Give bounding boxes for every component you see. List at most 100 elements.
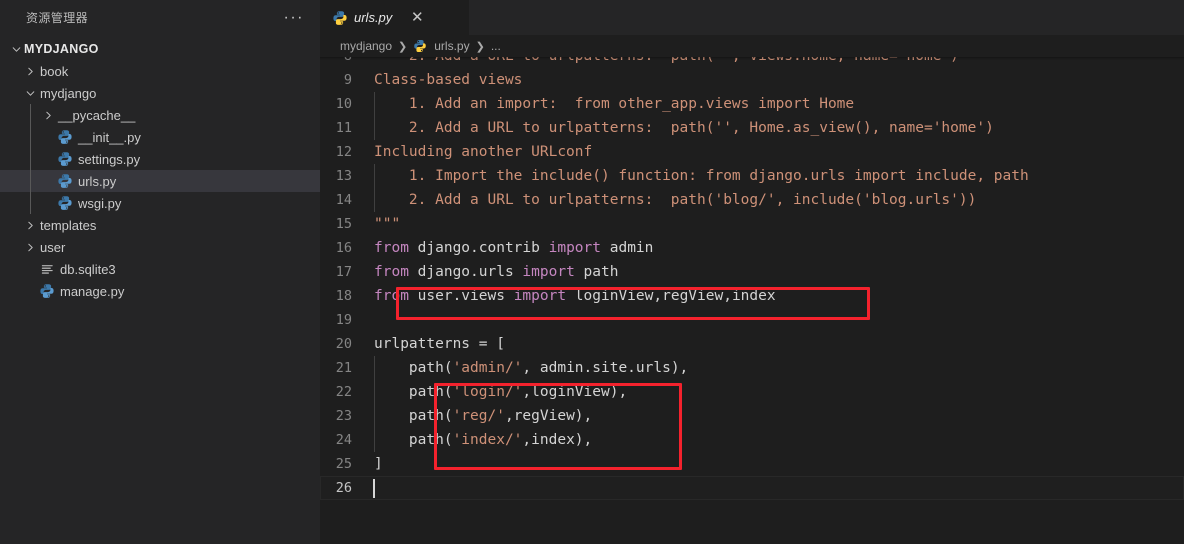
code-line-22[interactable]: 22 path('login/',loginView), [320,380,1184,404]
line-number: 12 [335,144,352,160]
code-line-10[interactable]: 10 1. Add an import: from other_app.view… [320,92,1184,116]
tree-item-label: mydjango [40,85,97,101]
breadcrumb-item-urls-py[interactable]: urls.py [434,39,469,53]
code-line-9[interactable]: 9 Class-based views [320,68,1184,92]
code-line-14[interactable]: 14 2. Add a URL to urlpatterns: path('bl… [320,188,1184,212]
code-line-17[interactable]: 17 from django.urls import path [320,260,1184,284]
indent-guide [374,356,375,380]
code-line-11[interactable]: 11 2. Add a URL to urlpatterns: path('',… [320,116,1184,140]
code-line-24[interactable]: 24 path('index/',index), [320,428,1184,452]
token-punc: [ [496,336,505,352]
code-line-12[interactable]: 12 Including another URLconf [320,140,1184,164]
code-editor[interactable]: 8 2. Add a URL to urlpatterns: path('', … [320,57,1184,544]
token-doc: Including another URLconf [374,144,593,160]
tree-item-settings-py[interactable]: settings.py [0,148,320,170]
tree-item-urls-py[interactable]: urls.py [0,170,320,192]
breadcrumb-item-mydjango[interactable]: mydjango [340,39,392,53]
indent-guide [30,126,31,148]
tree-item-label: user [40,239,66,255]
code-text: path('reg/',regView), [374,404,593,428]
explorer-more-actions-icon[interactable]: ··· [282,9,306,27]
line-number: 8 [320,57,374,64]
tree-item-user[interactable]: user [0,236,320,258]
line-number: 24 [335,432,352,448]
token-doc: Class-based views [374,72,523,88]
code-text: 1. Add an import: from other_app.views i… [374,92,854,116]
close-icon[interactable]: ✕ [408,10,426,25]
code-line-16[interactable]: 16 from django.contrib import admin [320,236,1184,260]
chevron-right-icon[interactable] [22,220,38,231]
token-id: urlpatterns [374,336,479,352]
code-text: Including another URLconf [374,144,592,160]
line-number: 11 [335,120,352,136]
chevron-right-icon[interactable] [22,242,38,253]
token-kw: from [374,264,409,280]
code-line-15[interactable]: 15 """ [320,212,1184,236]
tree-item-label: urls.py [78,173,117,189]
token-str: 'admin/' [452,360,523,376]
tree-item-db-sqlite3[interactable]: db.sqlite3 [0,258,320,280]
tree-item-mydjango[interactable]: mydjango [0,82,320,104]
token-id: ,regView), [504,408,593,424]
chevron-right-icon-2: ❯ [475,40,485,53]
python-icon [56,151,74,167]
chevron-right-icon[interactable] [22,66,38,77]
chevron-right-icon: ❯ [398,40,408,53]
database-icon [38,262,56,277]
token-doc: """ [374,216,401,232]
line-number: 13 [335,168,352,184]
tree-item-mydjango[interactable]: MYDJANGO [0,38,320,60]
code-line-18[interactable]: 18 from user.views import loginView,regVi… [320,284,1184,308]
tree-item-label: __init__.py [78,129,141,145]
tree-item-manage-py[interactable]: manage.py [0,280,320,302]
token-doc: 2. Add a URL to urlpatterns: path('blog/… [374,192,977,208]
code-line-20[interactable]: 20 urlpatterns = [ [320,332,1184,356]
code-line-23[interactable]: 23 path('reg/',regView), [320,404,1184,428]
indent-guide [374,404,375,428]
code-line-19[interactable]: 19 [320,308,1184,332]
tree-item-book[interactable]: book [0,60,320,82]
chevron-down-icon[interactable] [8,44,24,55]
tab-urls-py[interactable]: urls.py ✕ [320,0,470,35]
token-doc: 2. Add a URL to urlpatterns: path('', Ho… [374,120,994,136]
chevron-down-icon[interactable] [22,88,38,99]
tree-item-init-py[interactable]: __init__.py [0,126,320,148]
breadcrumb-item-overflow[interactable]: ... [491,39,501,53]
token-id: path [574,264,619,280]
code-text: path('index/',index), [374,428,592,452]
code-line-25[interactable]: 25] [320,452,1184,476]
code-text: 2. Add a URL to urlpatterns: path('', vi… [374,57,959,64]
tree-item-templates[interactable]: templates [0,214,320,236]
tree-item-label: wsgi.py [78,195,122,211]
indent-guide [374,116,375,140]
tree-item-pycache[interactable]: __pycache__ [0,104,320,126]
explorer-title: 资源管理器 [26,11,89,25]
code-line-26[interactable]: 26 [320,476,1184,500]
code-line-21[interactable]: 21 path('admin/', admin.site.urls), [320,356,1184,380]
token-id: path( [374,360,453,376]
line-number: 26 [335,480,352,496]
code-line-13[interactable]: 13 1. Import the include() function: fro… [320,164,1184,188]
code-text: urlpatterns = [ [374,336,505,352]
token-str: 'reg/' [452,408,505,424]
tree-item-label: db.sqlite3 [60,261,116,277]
python-icon [56,129,74,145]
code-text: """ [374,216,400,232]
code-text: ] [374,456,383,472]
line-number: 18 [335,288,352,304]
explorer-header: 资源管理器 ··· [0,0,320,35]
token-id: path( [374,384,453,400]
chevron-right-icon[interactable] [40,110,56,121]
token-id: django.urls [408,264,523,280]
indent-guide [374,92,375,116]
token-id: admin [601,240,654,256]
tree-item-wsgi-py[interactable]: wsgi.py [0,192,320,214]
token-str: 'index/' [452,432,523,448]
python-icon [332,10,348,26]
breadcrumb: mydjango ❯ urls.py ❯ ... [320,35,1184,57]
file-tree: MYDJANGO book mydjango __pycache__ __init__.… [0,38,320,302]
tree-item-label: settings.py [78,151,141,167]
token-id: user.views [408,288,514,304]
token-doc: 1. Import the include() function: from d… [374,168,1029,184]
tree-item-label: __pycache__ [58,107,136,123]
